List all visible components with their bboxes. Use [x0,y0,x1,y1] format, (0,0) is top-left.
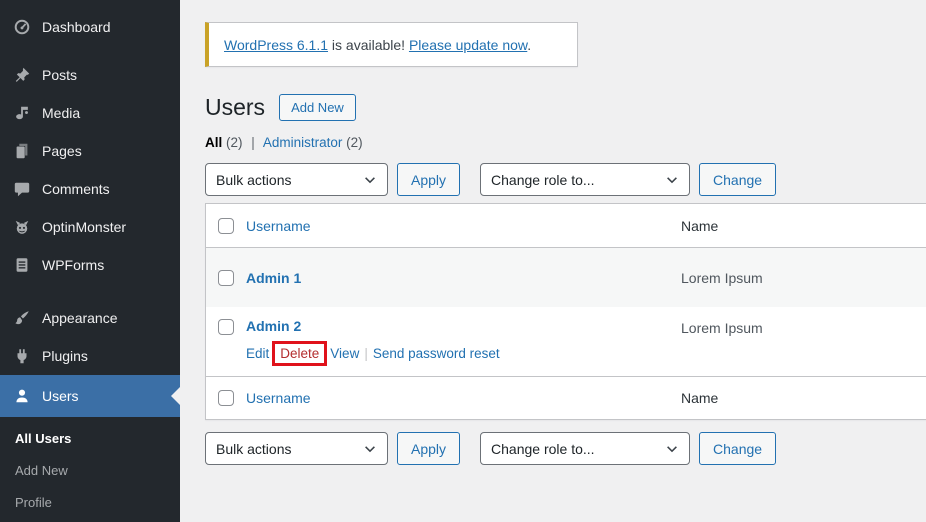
chevron-down-icon [665,442,679,456]
optinmonster-icon [12,217,32,237]
sidebar-item-plugins[interactable]: Plugins [0,337,180,375]
bulk-actions-select-bottom[interactable]: Bulk actions [205,432,388,465]
plug-icon [12,346,32,366]
user-row-admin-2: Admin 2 Edit Delete View | Send password… [206,307,926,376]
notice-text: is available! [328,37,409,53]
sidebar-item-media[interactable]: Media [0,94,180,132]
sidebar-item-all-users[interactable]: All Users [0,422,180,454]
bulk-actions-select[interactable]: Bulk actions [205,163,388,196]
username-column-header[interactable]: Username [246,218,311,234]
change-role-selected-value: Change role to... [491,441,595,457]
filter-administrator-count: (2) [346,135,363,150]
sidebar-item-profile[interactable]: Profile [0,486,180,518]
sidebar-item-label: WPForms [42,257,104,273]
pushpin-icon [12,65,32,85]
submenu-item-label: Profile [15,495,52,510]
actions-separator: | [364,346,368,361]
sidebar-item-label: Pages [42,143,82,159]
edit-link[interactable]: Edit [246,346,269,361]
users-submenu: All Users Add New Profile [0,417,180,518]
change-button-bottom[interactable]: Change [699,432,776,465]
sidebar-item-label: OptinMonster [42,219,126,235]
sidebar-item-label: Appearance [42,310,118,326]
sidebar-item-pages[interactable]: Pages [0,132,180,170]
change-role-select-bottom[interactable]: Change role to... [480,432,690,465]
submenu-item-label: Add New [15,463,68,478]
username-link[interactable]: Admin 2 [246,318,301,334]
media-icon [12,103,32,123]
bulk-actions-selected-value: Bulk actions [216,441,291,457]
row-actions: Edit Delete View | Send password reset [246,341,681,366]
role-filters: All (2) | Administrator (2) [205,135,926,150]
add-new-button[interactable]: Add New [279,94,356,121]
sidebar-item-dashboard[interactable]: Dashboard [0,8,180,46]
filter-separator: | [251,135,255,150]
pages-icon [12,141,32,161]
select-all-checkbox[interactable] [218,218,234,234]
view-link[interactable]: View [330,346,359,361]
sidebar-item-add-new[interactable]: Add New [0,454,180,486]
table-header-row: Username Name [206,204,926,248]
select-all-checkbox-bottom[interactable] [218,390,234,406]
bulk-actions-selected-value: Bulk actions [216,172,291,188]
sidebar-item-wpforms[interactable]: WPForms [0,246,180,284]
sidebar-item-posts[interactable]: Posts [0,56,180,94]
paintbrush-icon [12,308,32,328]
comment-icon [12,179,32,199]
wpforms-icon [12,255,32,275]
sidebar-item-users[interactable]: Users [0,375,180,417]
send-password-reset-link[interactable]: Send password reset [373,346,500,361]
sidebar-item-label: Media [42,105,80,121]
chevron-down-icon [665,173,679,187]
change-role-selected-value: Change role to... [491,172,595,188]
sidebar-item-label: Plugins [42,348,88,364]
sidebar-item-comments[interactable]: Comments [0,170,180,208]
update-now-link[interactable]: Please update now [409,37,527,53]
admin-menu: Dashboard Posts Media Pages Comments [0,0,180,518]
apply-button-bottom[interactable]: Apply [397,432,460,465]
page-title: Users [205,93,265,122]
sidebar-item-optinmonster[interactable]: OptinMonster [0,208,180,246]
bulk-controls-bottom: Bulk actions Apply Change role to... Cha… [205,432,926,465]
username-column-footer[interactable]: Username [246,390,311,406]
name-column-header: Name [681,218,926,234]
table-footer-row: Username Name [206,376,926,419]
user-row-admin-1: Admin 1 Lorem Ipsum [206,248,926,307]
admin-sidebar: Dashboard Posts Media Pages Comments [0,0,180,522]
title-row: Users Add New [205,93,926,122]
filter-administrator-link[interactable]: Administrator [263,135,343,150]
sidebar-item-label: Posts [42,67,77,83]
update-notice: WordPress 6.1.1 is available! Please upd… [205,22,578,67]
user-icon [12,386,32,406]
filter-all-link[interactable]: All [205,135,222,150]
change-button[interactable]: Change [699,163,776,196]
chevron-down-icon [363,442,377,456]
username-link[interactable]: Admin 1 [246,270,301,286]
sidebar-item-label: Users [42,388,79,404]
sidebar-item-label: Comments [42,181,110,197]
filter-all-count: (2) [226,135,243,150]
wordpress-version-link[interactable]: WordPress 6.1.1 [224,37,328,53]
change-role-select[interactable]: Change role to... [480,163,690,196]
sidebar-item-appearance[interactable]: Appearance [0,299,180,337]
notice-period: . [527,37,531,53]
delete-annotation-box: Delete [272,341,327,366]
dashboard-icon [12,17,32,37]
submenu-item-label: All Users [15,431,71,446]
name-column-footer: Name [681,390,926,406]
user-name: Lorem Ipsum [681,270,926,286]
user-name: Lorem Ipsum [681,307,926,336]
sidebar-item-label: Dashboard [42,19,111,35]
chevron-down-icon [363,173,377,187]
bulk-controls-top: Bulk actions Apply Change role to... Cha… [205,163,926,196]
row-checkbox[interactable] [218,319,234,335]
users-table: Username Name Admin 1 Lorem Ipsum Admin … [205,203,926,420]
apply-button[interactable]: Apply [397,163,460,196]
row-checkbox[interactable] [218,270,234,286]
delete-link[interactable]: Delete [280,346,319,361]
main-content: WordPress 6.1.1 is available! Please upd… [180,0,926,522]
